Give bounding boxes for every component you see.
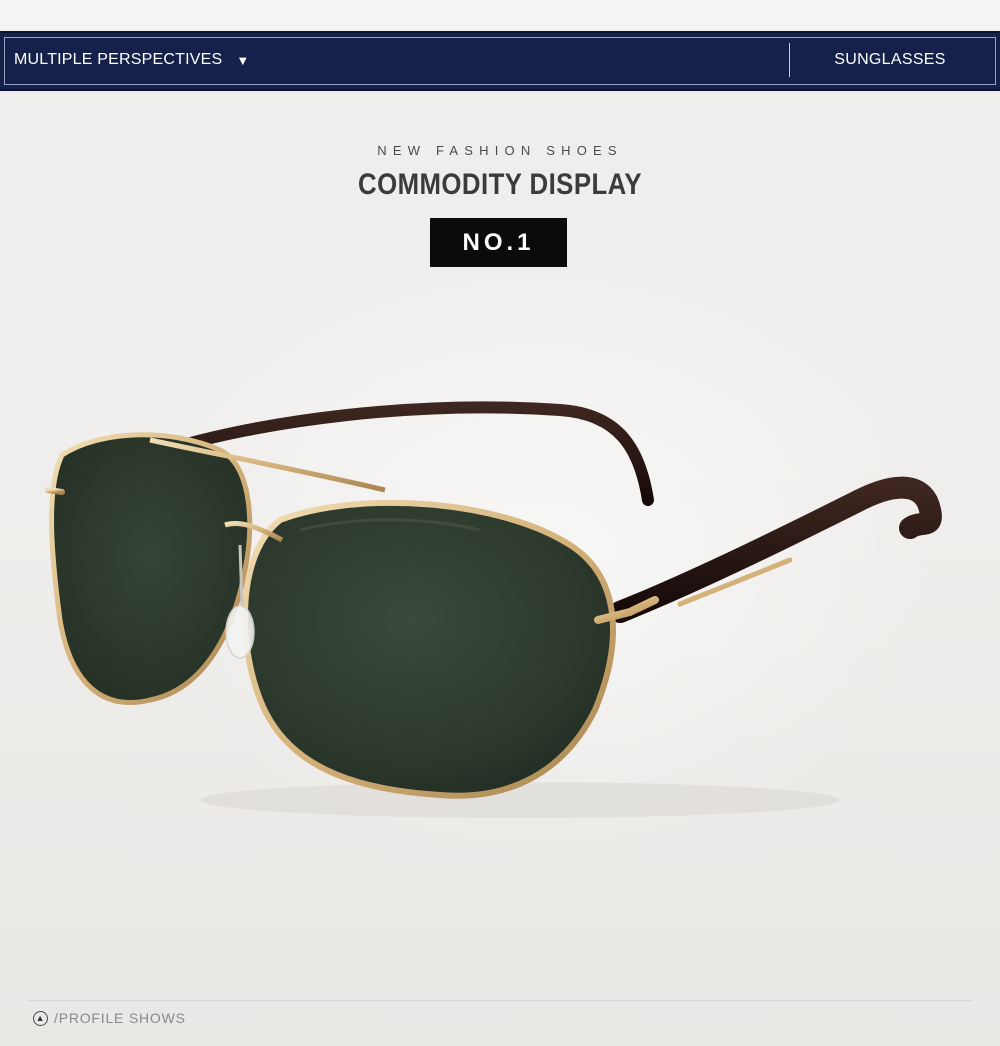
nose-arm [238,544,244,606]
top-strip [0,0,1000,30]
nose-pad [225,605,255,659]
hero-subtitle: NEW FASHION SHOES [377,143,623,158]
hero-title: COMMODITY DISPLAY [358,168,642,201]
caret-down-icon: ▼ [236,52,250,68]
footer-divider [28,1000,972,1001]
near-temple [609,476,942,623]
left-lens [49,432,253,705]
right-lens [242,499,616,799]
up-arrow-icon: ▲ [33,1010,48,1026]
footer: ▲ /PROFILE SHOWS [33,1010,186,1026]
perspectives-label: MULTIPLE PERSPECTIVES [14,51,223,68]
left-hinge [45,487,65,495]
number-badge: NO.1 [430,218,567,267]
sunglasses-image [45,401,942,818]
perspectives-dropdown[interactable]: MULTIPLE PERSPECTIVES ▼ [14,51,249,69]
shadow [200,782,840,818]
header-bar: MULTIPLE PERSPECTIVES ▼ SUNGLASSES [0,31,1000,91]
category-label: SUNGLASSES [834,51,946,68]
footer-label: /PROFILE SHOWS [54,1010,186,1026]
